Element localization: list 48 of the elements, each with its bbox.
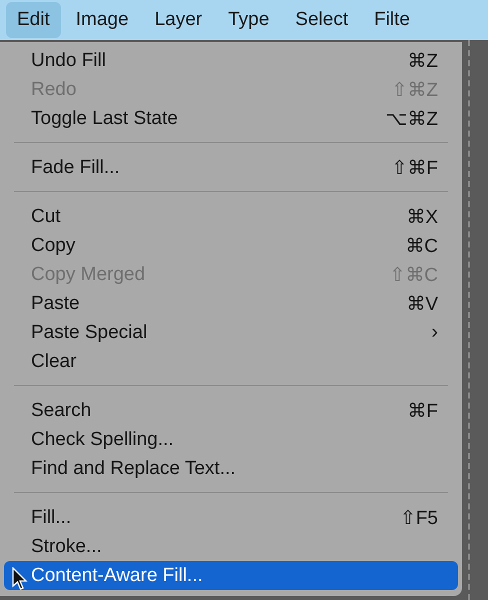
menu-item[interactable]: Content-Aware Fill... [4, 561, 458, 590]
menu-item[interactable]: Toggle Last State ⌥⌘Z [0, 104, 458, 133]
menu-item-label: Redo [31, 78, 76, 100]
menu-item-label: Cut [31, 206, 61, 228]
submenu-arrow: › [431, 321, 438, 344]
mouse-pointer-icon [12, 567, 28, 591]
menu-item-label: Fade Fill... [31, 156, 120, 178]
menu-item-label: Content-Aware Fill... [31, 564, 203, 586]
menu-item-label: Copy Merged [31, 264, 146, 286]
menu-bar-item[interactable]: Select [284, 2, 360, 38]
keyboard-shortcut: ⇧F5 [400, 506, 438, 530]
menu-item-label: Find and Replace Text... [31, 458, 236, 480]
menu-item-label: Clear [31, 350, 76, 372]
menu-item-label: Paste Special [31, 322, 148, 344]
menu-bar-item[interactable]: Filte [363, 2, 422, 38]
menu-bar-item[interactable]: Type [217, 2, 280, 38]
menu-item[interactable]: Paste ⌘V [0, 289, 458, 318]
menu-bar-item[interactable]: Layer [144, 2, 214, 38]
menu-bar-item[interactable]: Edit [6, 2, 61, 38]
menu-item-label: Copy [31, 234, 76, 256]
menu-item[interactable]: Undo Fill ⌘Z [0, 46, 458, 75]
menu-item[interactable]: Copy ⌘C [0, 231, 458, 260]
keyboard-shortcut: ⇧⌘Z [391, 78, 438, 102]
keyboard-shortcut: ⌘C [405, 234, 438, 258]
menu-item[interactable]: Find and Replace Text... [0, 454, 458, 483]
keyboard-shortcut: ⇧⌘F [391, 156, 438, 180]
keyboard-shortcut: ⌘Z [407, 50, 438, 72]
menu-item-label: Search [31, 400, 92, 422]
keyboard-shortcut: ⌥⌘Z [385, 108, 438, 130]
menu-item-label: Toggle Last State [31, 108, 178, 130]
menu-item[interactable]: Clear [0, 347, 458, 376]
menu-item[interactable]: Paste Special › [0, 318, 458, 347]
keyboard-shortcut: ⌘V [406, 292, 438, 316]
menu-item[interactable]: Fill... ⇧F5 [0, 503, 458, 532]
keyboard-shortcut: ⌘F [407, 400, 438, 422]
menu-bar-item[interactable]: Image [64, 2, 140, 38]
menu-item[interactable]: Search ⌘F [0, 396, 458, 425]
menu-item[interactable]: Fade Fill... ⇧⌘F [0, 153, 458, 182]
keyboard-shortcut: ⌘X [406, 206, 438, 228]
keyboard-shortcut: ⇧⌘C [389, 264, 438, 286]
menu-item-label: Undo Fill [31, 50, 106, 72]
menu-item[interactable]: Stroke... [0, 532, 458, 561]
menu-item-label: Fill... [31, 506, 72, 528]
menu-item-label: Stroke... [31, 536, 102, 558]
menu-item-label: Check Spelling... [31, 428, 174, 450]
menu-item[interactable]: Check Spelling... [0, 425, 458, 454]
menu-item-label: Paste [31, 292, 80, 314]
menu-item[interactable]: Cut ⌘X [0, 202, 458, 231]
